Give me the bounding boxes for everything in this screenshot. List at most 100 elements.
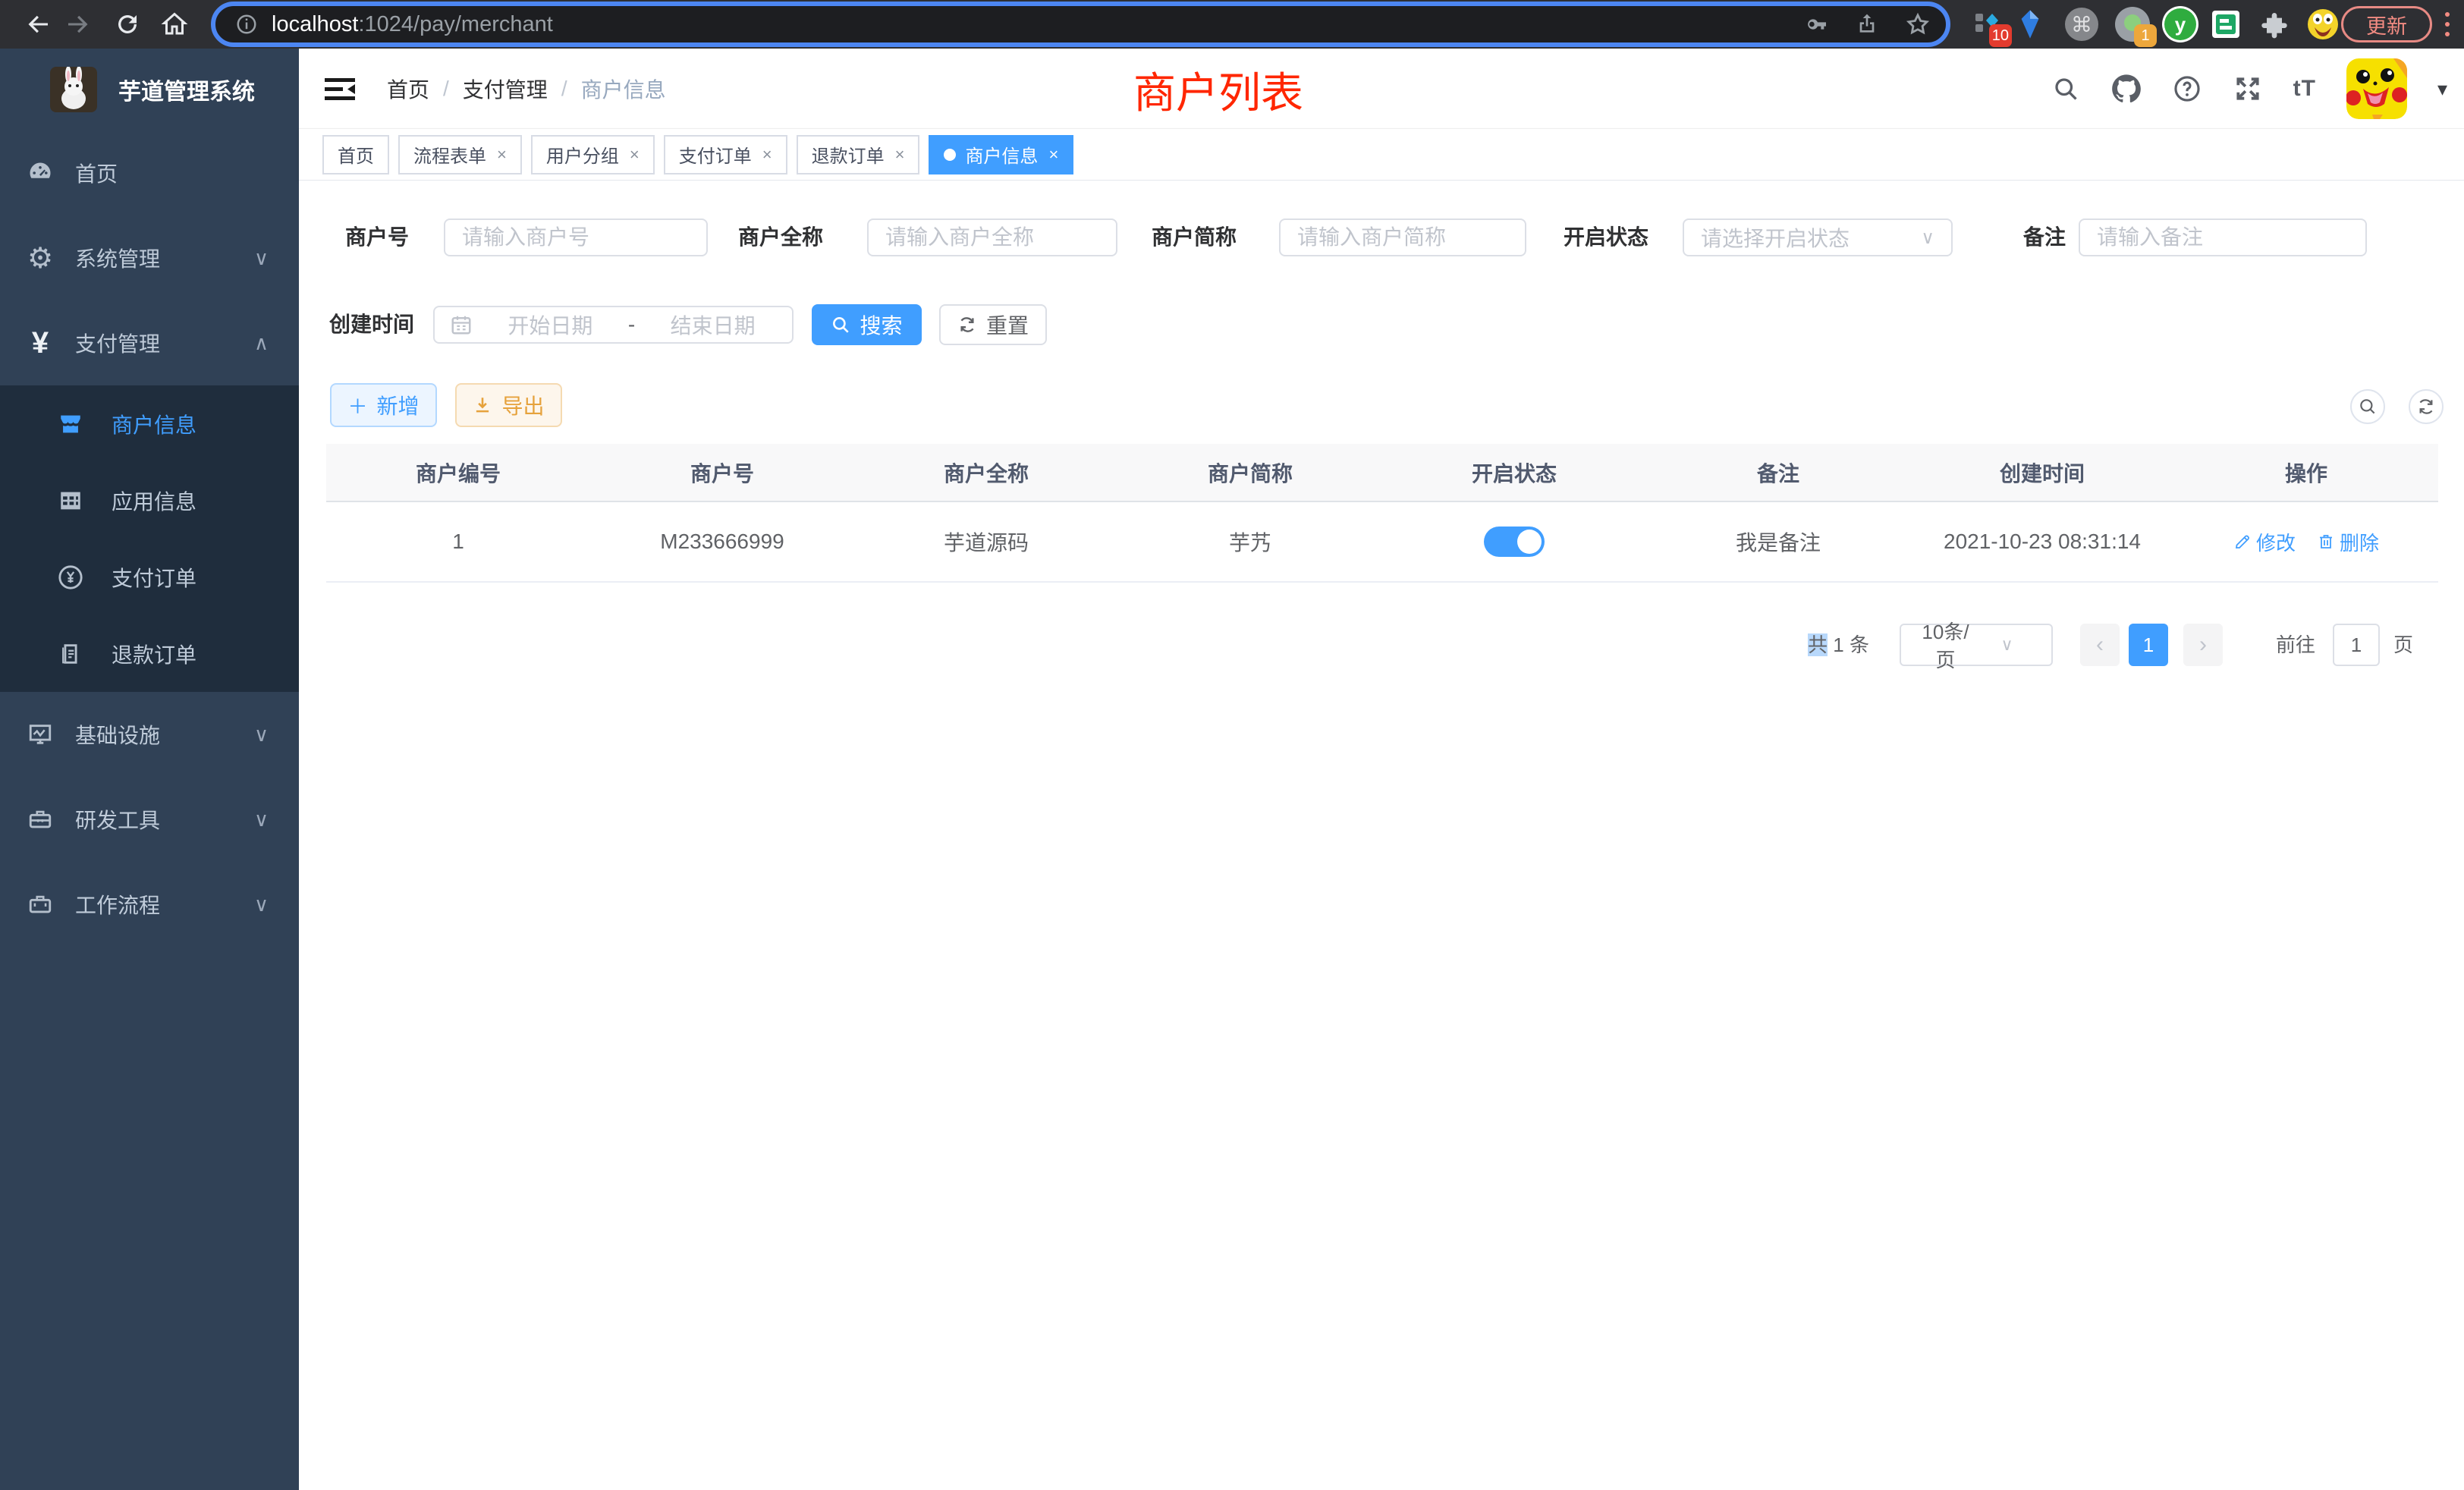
status-toggle[interactable] [1484, 527, 1545, 557]
create-time-range-picker[interactable]: 开始日期 - 结束日期 [433, 306, 794, 344]
sidebar-item-label: 基础设施 [75, 719, 160, 750]
url-bar[interactable]: localhost:1024/pay/merchant [211, 2, 1950, 47]
browser-forward-button[interactable] [61, 8, 94, 41]
sidebar-item-workflow[interactable]: 工作流程 ∨ [0, 862, 299, 947]
reset-button[interactable]: 重置 [939, 304, 1047, 345]
gear-icon: ⚙ [25, 243, 55, 273]
sidebar-item-app-info[interactable]: 应用信息 [0, 462, 299, 539]
rabbit-logo-icon [50, 67, 97, 112]
merchant-no-label: 商户号 [345, 218, 409, 256]
tab-user-group[interactable]: 用户分组 × [531, 135, 655, 174]
extension-command-icon[interactable]: ⌘ [2063, 6, 2100, 42]
prev-page-button[interactable]: ‹ [2080, 624, 2120, 666]
home-icon [161, 11, 188, 38]
tab-home[interactable]: 首页 [322, 135, 389, 174]
search-icon [2052, 75, 2079, 102]
page-size-select[interactable]: 10条/页 ∨ [1900, 624, 2053, 666]
add-button[interactable]: ＋ 新增 [330, 383, 437, 427]
breadcrumb-pay[interactable]: 支付管理 [463, 74, 548, 104]
sidebar-item-merchant-info[interactable]: 商户信息 [0, 385, 299, 462]
extension-badge: 1 [2134, 24, 2157, 47]
user-avatar[interactable] [2346, 58, 2407, 119]
sidebar-item-infra[interactable]: 基础设施 ∨ [0, 692, 299, 777]
font-size-button[interactable]: tT [2293, 76, 2316, 102]
password-key-icon[interactable] [1805, 12, 1829, 36]
date-start-placeholder: 开始日期 [486, 310, 614, 340]
bookmark-star-icon[interactable] [1905, 11, 1931, 37]
extension-gem-icon[interactable] [2012, 6, 2048, 42]
browser-update-button[interactable]: 更新 [2341, 6, 2432, 42]
help-doc-button[interactable] [2172, 74, 2202, 104]
sidebar-item-pay[interactable]: ¥ 支付管理 ∧ [0, 300, 299, 385]
tab-merchant-info[interactable]: 商户信息× [929, 135, 1073, 174]
add-button-label: 新增 [377, 390, 420, 420]
edit-pencil-icon [2233, 533, 2252, 551]
full-name-input[interactable] [867, 218, 1117, 256]
y-glyph: y [2164, 8, 2196, 40]
page-info-icon[interactable] [235, 13, 258, 36]
extension-puzzle-icon[interactable] [2256, 6, 2293, 42]
export-button[interactable]: 导出 [455, 383, 562, 427]
goto-label: 前往 [2276, 624, 2315, 666]
delete-link[interactable]: 删除 [2317, 528, 2379, 556]
chevron-up-icon: ∧ [254, 332, 269, 355]
header-search-button[interactable] [2051, 74, 2081, 104]
browser-reload-button[interactable] [111, 8, 144, 41]
remark-input[interactable] [2079, 218, 2367, 256]
merchant-no-input[interactable] [444, 218, 708, 256]
extension-slides-icon[interactable] [2208, 6, 2244, 42]
refresh-table-button[interactable] [2409, 389, 2444, 424]
puzzle-icon [2259, 9, 2290, 39]
browser-home-button[interactable] [158, 8, 191, 41]
sidebar-item-system[interactable]: ⚙ 系统管理 ∨ [0, 215, 299, 300]
edit-link[interactable]: 修改 [2233, 528, 2296, 556]
extension-tasks-icon[interactable]: 10 [1969, 6, 2006, 42]
status-select[interactable]: 请选择开启状态 ∨ [1683, 218, 1953, 256]
tab-close-icon[interactable]: × [497, 145, 507, 165]
tab-process-form[interactable]: 流程表单× [398, 135, 522, 174]
tab-refund-order[interactable]: 退款订单× [797, 135, 920, 174]
page-number: 1 [2143, 633, 2154, 657]
short-name-input[interactable] [1279, 218, 1526, 256]
sidebar-item-label: 退款订单 [112, 639, 196, 669]
sidebar-logo-row[interactable]: 芋道管理系统 [0, 49, 299, 130]
github-link-button[interactable] [2111, 74, 2142, 104]
browser-menu-button[interactable] [2440, 6, 2455, 42]
search-button[interactable]: 搜索 [812, 304, 922, 345]
extension-profile-icon[interactable]: 1 [2114, 6, 2151, 42]
extension-emoji-icon[interactable] [2305, 6, 2341, 42]
tab-close-icon[interactable]: × [1048, 145, 1058, 165]
toggle-search-panel-button[interactable] [2350, 389, 2385, 424]
breadcrumb-separator: / [443, 77, 449, 101]
full-name-label: 商户全称 [738, 218, 823, 256]
tab-close-icon[interactable]: × [630, 145, 640, 165]
breadcrumb-home[interactable]: 首页 [387, 74, 429, 104]
sidebar-item-home[interactable]: 首页 [0, 130, 299, 215]
sidebar-item-refund-order[interactable]: 退款订单 [0, 615, 299, 692]
column-short-name: 商户简称 [1118, 444, 1382, 501]
goto-page-input[interactable] [2333, 624, 2380, 666]
next-page-button[interactable]: › [2183, 624, 2223, 666]
reload-icon [114, 11, 141, 38]
plus-icon: ＋ [347, 391, 367, 420]
browser-back-button[interactable] [22, 8, 55, 41]
extension-y-icon[interactable]: y [2162, 6, 2198, 42]
tab-label: 首页 [338, 141, 374, 168]
url-path: :1024/pay/merchant [358, 12, 552, 36]
url-text[interactable]: localhost:1024/pay/merchant [272, 12, 553, 37]
chevron-down-icon: ∨ [254, 808, 269, 831]
tab-pay-order[interactable]: 支付订单× [664, 135, 787, 174]
next-arrow-icon: › [2199, 632, 2207, 658]
avatar-menu-caret-icon[interactable]: ▾ [2437, 77, 2447, 101]
sidebar-item-devtools[interactable]: 研发工具 ∨ [0, 777, 299, 862]
sidebar-collapse-button[interactable] [325, 77, 355, 102]
share-icon[interactable] [1855, 12, 1879, 36]
page-size-value: 10条/页 [1915, 617, 1976, 673]
tab-close-icon[interactable]: × [895, 145, 905, 165]
page-number-button[interactable]: 1 [2129, 624, 2168, 666]
cell-operation: 修改 删除 [2174, 501, 2438, 582]
tab-label: 用户分组 [546, 141, 619, 168]
tab-close-icon[interactable]: × [762, 145, 772, 165]
sidebar-item-pay-order[interactable]: 支付订单 [0, 539, 299, 615]
fullscreen-button[interactable] [2233, 74, 2263, 104]
